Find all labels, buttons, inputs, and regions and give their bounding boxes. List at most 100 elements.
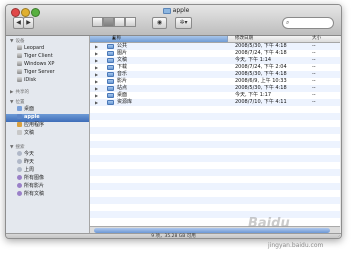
sidebar-item-all-documents[interactable]: 所有文稿 [17,191,44,198]
sidebar-item-today[interactable]: 今天 [17,151,34,158]
sidebar-item-documents[interactable]: 文稿 [17,130,34,137]
row-size: -- [312,57,316,63]
name-column-header[interactable]: 名称 ▲ [90,36,228,42]
disclosure-triangle-icon[interactable]: ▶ [95,99,98,106]
sidebar: ▼ 设备 Leopard Tiger Client Windows XP Tige… [6,36,90,226]
disclosure-triangle-icon: ▼ [10,39,14,44]
row-size: -- [312,71,316,77]
sidebar-section-places[interactable]: ▼ 位置 [10,99,24,105]
table-row[interactable]: ▶ 公共 2008/5/30, 下午 4:18 -- [90,43,340,50]
table-row[interactable]: ▶ 文稿 今天, 下午 1:14 -- [90,57,340,64]
sidebar-item-yesterday[interactable]: 昨天 [17,159,34,166]
row-date: 2008/5/30, 下午 4:18 [235,43,287,49]
sidebar-item-label: 桌面 [24,106,35,112]
search-icon: ⌕ [286,19,290,26]
table-row[interactable]: ▶ 影片 2008/6/9, 上午 10:33 -- [90,78,340,85]
sidebar-item-label: Tiger Client [24,53,53,59]
date-column-header[interactable]: 修改日期 [235,36,253,42]
sidebar-section-devices[interactable]: ▼ 设备 [10,38,24,44]
empty-row-stripe [90,211,340,218]
disclosure-triangle-icon[interactable]: ▶ [95,43,98,50]
zoom-button[interactable] [31,8,40,17]
sidebar-section-shared[interactable]: ▶ 共享的 [10,89,29,95]
table-row[interactable]: ▶ 站点 2008/5/30, 下午 4:18 -- [90,85,340,92]
list-view-button[interactable] [103,17,114,27]
table-row[interactable]: ▶ 音乐 2008/5/30, 下午 4:18 -- [90,71,340,78]
applications-icon [17,122,22,127]
disclosure-triangle-icon[interactable]: ▶ [95,57,98,64]
column-view-button[interactable] [114,17,125,27]
coverflow-view-button[interactable] [125,17,136,27]
folder-icon [107,51,114,56]
row-name: 文稿 [117,57,128,63]
search-field[interactable]: ⌕ [282,17,334,29]
sidebar-item-label: 所有影片 [24,183,45,189]
clock-icon [17,151,22,156]
disclosure-triangle-icon[interactable]: ▶ [95,64,98,71]
row-name: 资源库 [117,99,133,105]
disclosure-triangle-icon: ▼ [10,145,14,150]
disclosure-triangle-icon[interactable]: ▶ [95,78,98,85]
sidebar-section-search[interactable]: ▼ 搜索 [10,144,24,150]
row-name: 下载 [117,64,128,70]
minimize-button[interactable] [21,8,30,17]
hard-disk-icon [17,69,22,74]
sidebar-item-tiger-server[interactable]: Tiger Server [17,69,55,76]
folder-icon [107,86,114,91]
sidebar-item-leopard[interactable]: Leopard [17,45,44,52]
disclosure-triangle-icon[interactable]: ▶ [95,71,98,78]
row-size: -- [312,99,316,105]
empty-row-stripe [90,127,340,134]
forward-button[interactable]: ▶ [23,17,34,29]
size-column-header[interactable]: 大小 [312,36,321,42]
resize-grip-icon[interactable]: ⋰ [336,234,340,238]
sidebar-item-desktop[interactable]: 桌面 [17,106,34,113]
sidebar-item-windows-xp[interactable]: Windows XP [17,61,54,68]
quick-look-button[interactable]: ◉ [152,17,167,29]
empty-row-stripe [90,113,340,120]
row-date: 2008/7/24, 下午 4:18 [235,50,287,56]
row-date: 2008/5/30, 下午 4:18 [235,85,287,91]
close-button[interactable] [11,8,20,17]
section-label: 位置 [15,100,25,105]
row-size: -- [312,78,316,84]
watermark-url: jingyan.baidu.com [268,242,324,249]
sidebar-item-last-week[interactable]: 上周 [17,167,34,174]
action-menu-button[interactable]: ✲▾ [175,17,192,29]
row-date: 今天, 下午 1:14 [235,57,271,63]
row-date: 2008/7/10, 下午 4:11 [235,99,287,105]
sidebar-item-tiger-client[interactable]: Tiger Client [17,53,53,60]
sidebar-item-label: apple [24,114,40,120]
disclosure-triangle-icon[interactable]: ▶ [95,92,98,99]
smart-folder-icon [17,175,22,180]
disclosure-triangle-icon[interactable]: ▶ [95,50,98,57]
window-title-text: apple [172,7,190,14]
sidebar-item-label: 昨天 [24,159,35,165]
desktop-icon [17,106,22,111]
table-row[interactable]: ▶ 图片 2008/7/24, 下午 4:18 -- [90,50,340,57]
sidebar-item-idisk[interactable]: iDisk [17,77,36,84]
sidebar-item-label: 文稿 [24,130,35,136]
sidebar-item-label: iDisk [24,77,37,83]
sidebar-item-all-movies[interactable]: 所有影片 [17,183,44,190]
disclosure-triangle-icon[interactable]: ▶ [95,85,98,92]
sidebar-item-apple[interactable]: apple [17,114,40,121]
table-row[interactable]: ▶ 桌面 今天, 下午 1:17 -- [90,92,340,99]
clock-icon [17,167,22,172]
hard-disk-icon [17,53,22,58]
folder-icon [107,93,114,98]
row-date: 2008/6/9, 上午 10:33 [235,78,287,84]
sidebar-item-label: Tiger Server [24,69,55,75]
empty-row-stripe [90,197,340,204]
table-row[interactable]: ▶ 资源库 2008/7/10, 下午 4:11 -- [90,99,340,106]
column-header: 名称 ▲ 修改日期 大小 [90,36,340,43]
folder-icon [107,58,114,63]
disclosure-triangle-icon: ▼ [10,100,14,105]
sidebar-item-all-images[interactable]: 所有图像 [17,175,44,182]
empty-row-stripe [90,169,340,176]
hard-disk-icon [17,61,22,66]
sidebar-item-applications[interactable]: 应用程序 [17,122,44,129]
sidebar-item-label: 今天 [24,151,35,157]
table-row[interactable]: ▶ 下载 2008/7/24, 下午 2:04 -- [90,64,340,71]
icon-view-button[interactable] [92,17,103,27]
